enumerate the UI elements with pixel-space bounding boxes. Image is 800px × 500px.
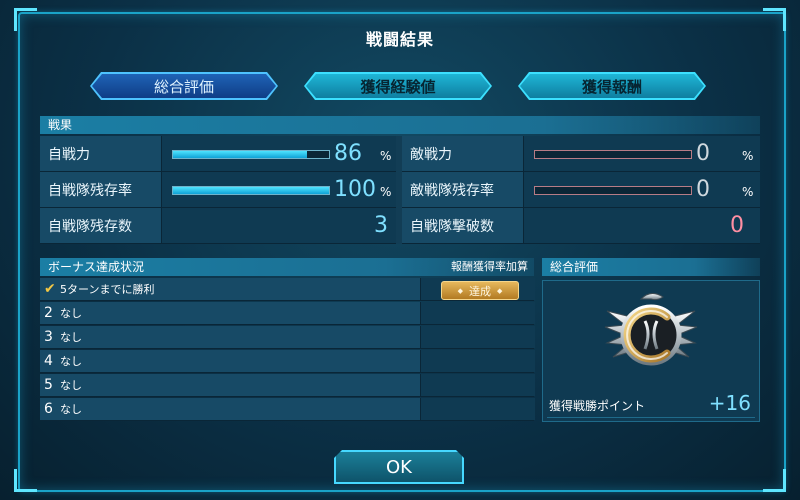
own-power-bar-fill <box>173 151 308 158</box>
enemy-power-unit: % <box>742 149 754 163</box>
bonus-row: 2 なし <box>40 302 535 325</box>
own-power-value-cell: 86 % <box>162 136 396 172</box>
bonus-rate-header: 報酬獲得率加算 <box>451 260 528 273</box>
bonus-number: 5 <box>44 377 53 393</box>
frame-corner <box>763 469 786 492</box>
own-power-label: 自戦力 <box>40 136 162 172</box>
bonus-row: 4 なし <box>40 350 535 373</box>
bonus-row: 3 なし <box>40 326 535 349</box>
own-survivors-label: 自戦隊残存数 <box>40 208 162 244</box>
tab-experience[interactable]: 獲得経験値 <box>306 74 490 98</box>
bonus-table: ✔ 5ターンまでに勝利 ◆ 達成 ◆ 2 なし 3 なし 4 なし 5 なし 6… <box>40 278 535 422</box>
own-survival-rate-unit: % <box>380 185 392 199</box>
ok-label: OK <box>386 456 412 478</box>
enemy-destroyed-value-cell: 0 <box>524 208 760 244</box>
bonus-status-cell <box>420 398 535 420</box>
enemy-survival-rate-bar <box>534 186 692 195</box>
bonus-number: 4 <box>44 353 53 369</box>
bonus-number: 2 <box>44 305 53 321</box>
tab-label: 獲得経験値 <box>360 77 436 96</box>
bonus-condition: なし <box>60 355 82 368</box>
points-label: 獲得戦勝ポイント <box>549 399 646 413</box>
bonus-number: 3 <box>44 329 53 345</box>
bonus-status-cell <box>420 302 535 324</box>
results-table: 自戦力 86 % 自戦隊残存率 100 % 自戦隊残存数 3 敵戦力 0 % 敵… <box>40 136 760 244</box>
winged-c-rank-emblem-icon <box>604 293 698 366</box>
enemy-survival-rate-label: 敵戦隊残存率 <box>402 172 524 208</box>
badge-dot-icon: ◆ <box>457 286 463 295</box>
own-power-unit: % <box>380 149 392 163</box>
enemy-survival-rate-value-cell: 0 % <box>524 172 760 208</box>
bonus-condition: なし <box>60 307 82 320</box>
frame-corner <box>14 469 37 492</box>
bonus-number: 6 <box>44 401 53 417</box>
bonus-condition: なし <box>60 403 82 416</box>
own-power-value: 86 <box>334 141 362 166</box>
enemy-destroyed-label: 自戦隊撃破数 <box>402 208 524 244</box>
own-power-bar <box>172 150 330 159</box>
badge-dot-icon: ◆ <box>497 286 503 295</box>
tab-overall-evaluation[interactable]: 総合評価 <box>92 74 276 98</box>
own-survival-rate-value: 100 <box>334 177 376 202</box>
own-survivors-value-cell: 3 <box>162 208 396 244</box>
points-value: +16 <box>708 391 751 415</box>
window-title: 戦闘結果 <box>365 30 434 49</box>
bonus-status-cell <box>420 374 535 396</box>
tab-rewards[interactable]: 獲得報酬 <box>520 74 704 98</box>
evaluation-panel: 獲得戦勝ポイント +16 <box>542 280 760 422</box>
own-survivors-value: 3 <box>374 213 388 238</box>
bonus-header-title: ボーナス達成状況 <box>48 260 145 274</box>
bonus-status-cell <box>420 326 535 348</box>
enemy-destroyed-value: 0 <box>730 213 744 238</box>
tab-label: 総合評価 <box>153 77 214 96</box>
enemy-power-bar <box>534 150 692 159</box>
enemy-survival-rate-unit: % <box>742 185 754 199</box>
bonus-row: 5 なし <box>40 374 535 397</box>
bonus-condition: なし <box>60 331 82 344</box>
ok-button[interactable]: OK <box>334 450 464 484</box>
divider <box>547 417 755 418</box>
achieved-badge: ◆ 達成 ◆ <box>441 281 519 300</box>
evaluation-header: 総合評価 <box>542 258 760 276</box>
bonus-row: ✔ 5ターンまでに勝利 ◆ 達成 ◆ <box>40 278 535 301</box>
tab-label: 獲得報酬 <box>581 77 642 96</box>
own-survival-rate-value-cell: 100 % <box>162 172 396 208</box>
own-survival-rate-bar-fill <box>173 187 329 194</box>
enemy-power-value: 0 <box>696 141 710 166</box>
achieved-label: 達成 <box>469 284 491 298</box>
bonus-header: ボーナス達成状況 報酬獲得率加算 <box>40 258 534 276</box>
enemy-power-label: 敵戦力 <box>402 136 524 172</box>
enemy-power-value-cell: 0 % <box>524 136 760 172</box>
own-survival-rate-bar <box>172 186 330 195</box>
bonus-condition: 5ターンまでに勝利 <box>60 283 155 296</box>
checkmark-icon: ✔ <box>44 281 56 297</box>
enemy-survival-rate-value: 0 <box>696 177 710 202</box>
bonus-status-cell: ◆ 達成 ◆ <box>420 278 535 300</box>
results-header: 戦果 <box>40 116 760 134</box>
bonus-condition: なし <box>60 379 82 392</box>
bonus-status-cell <box>420 350 535 372</box>
own-survival-rate-label: 自戦隊残存率 <box>40 172 162 208</box>
bonus-row: 6 なし <box>40 398 535 421</box>
